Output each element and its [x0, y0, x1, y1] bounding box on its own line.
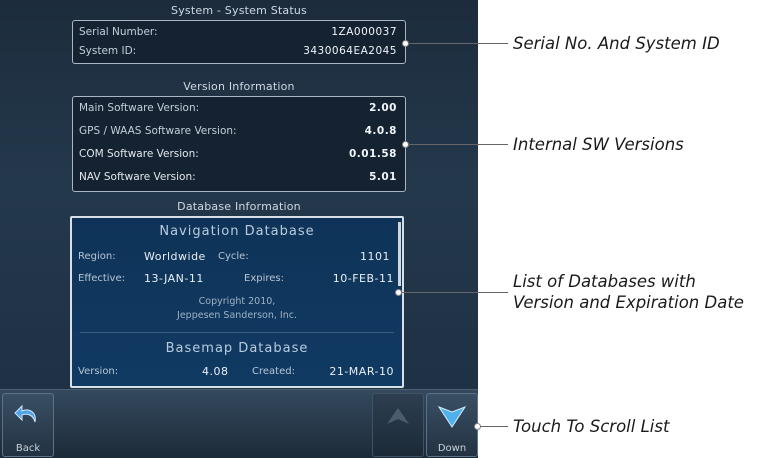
version-row-value: 4.0.8 — [364, 125, 397, 137]
version-row: GPS / WAAS Software Version: 4.0.8 — [73, 123, 405, 141]
database-divider — [80, 332, 394, 333]
basemap-version-label: Version: — [78, 366, 119, 377]
expires-label: Expires: — [244, 273, 284, 284]
basemap-version-value: 4.08 — [202, 365, 229, 378]
version-row-label: Main Software Version: — [79, 102, 200, 114]
callout-databases-line2: Version and Expiration Date — [513, 293, 744, 312]
system-id-row: System ID: 3430064EA2045 — [73, 43, 405, 61]
page-title: System - System Status — [171, 4, 307, 17]
callout-versions: Internal SW Versions — [513, 135, 684, 154]
database-section-title: Database Information — [177, 200, 301, 213]
version-row-label: NAV Software Version: — [79, 171, 196, 183]
basemap-created-value: 21-MAR-10 — [329, 365, 394, 378]
nav-database-title: Navigation Database — [159, 224, 315, 239]
down-button-label: Down — [437, 443, 467, 454]
version-row: COM Software Version: 0.01.58 — [73, 146, 405, 164]
callout-leader — [480, 426, 508, 427]
callout-leader — [408, 144, 508, 145]
cycle-label: Cycle: — [218, 251, 249, 262]
version-section-title: Version Information — [183, 80, 295, 93]
version-row-value: 2.00 — [369, 102, 397, 114]
back-button[interactable]: Back — [2, 393, 54, 457]
callout-serial: Serial No. And System ID — [513, 34, 720, 53]
scroll-up-button[interactable] — [372, 393, 424, 457]
system-id-value: 3430064EA2045 — [303, 45, 397, 57]
version-row-value: 5.01 — [369, 171, 397, 183]
version-row-label: COM Software Version: — [79, 148, 199, 160]
down-arrow-icon — [437, 405, 467, 428]
version-row: NAV Software Version: 5.01 — [73, 169, 405, 187]
callout-leader — [401, 292, 508, 293]
device-screen: System - System Status Serial Number: 1Z… — [0, 0, 478, 458]
version-info-box: Main Software Version: 2.00 GPS / WAAS S… — [72, 96, 406, 192]
serial-number-value: 1ZA000037 — [331, 26, 397, 38]
version-row-label: GPS / WAAS Software Version: — [79, 125, 237, 137]
basemap-created-label: Created: — [252, 366, 295, 377]
back-button-label: Back — [15, 443, 41, 454]
cycle-value: 1101 — [360, 250, 390, 263]
region-value: Worldwide — [144, 250, 206, 263]
serial-number-row: Serial Number: 1ZA000037 — [73, 24, 405, 42]
serial-number-label: Serial Number: — [79, 26, 158, 38]
bottom-bar: Back Down — [0, 389, 478, 458]
system-info-box: Serial Number: 1ZA000037 System ID: 3430… — [72, 20, 406, 64]
copyright-line: Jeppesen Sanderson, Inc. — [177, 310, 297, 321]
down-button[interactable]: Down — [426, 393, 478, 457]
expires-value: 10-FEB-11 — [332, 272, 394, 285]
effective-value: 13-JAN-11 — [144, 272, 204, 285]
database-list[interactable]: Navigation Database Region: Worldwide Cy… — [70, 216, 404, 388]
version-row: Main Software Version: 2.00 — [73, 100, 405, 118]
copyright-line: Copyright 2010, — [198, 296, 276, 307]
callout-databases-line1: List of Databases with — [513, 272, 696, 291]
back-arrow-icon — [14, 404, 36, 423]
system-id-label: System ID: — [79, 45, 137, 57]
up-arrow-icon — [387, 408, 409, 424]
effective-label: Effective: — [78, 273, 125, 284]
basemap-database-title: Basemap Database — [165, 341, 309, 356]
region-label: Region: — [78, 251, 116, 262]
version-row-value: 0.01.58 — [348, 148, 397, 160]
callout-scroll: Touch To Scroll List — [513, 417, 670, 436]
callout-leader — [408, 43, 508, 44]
